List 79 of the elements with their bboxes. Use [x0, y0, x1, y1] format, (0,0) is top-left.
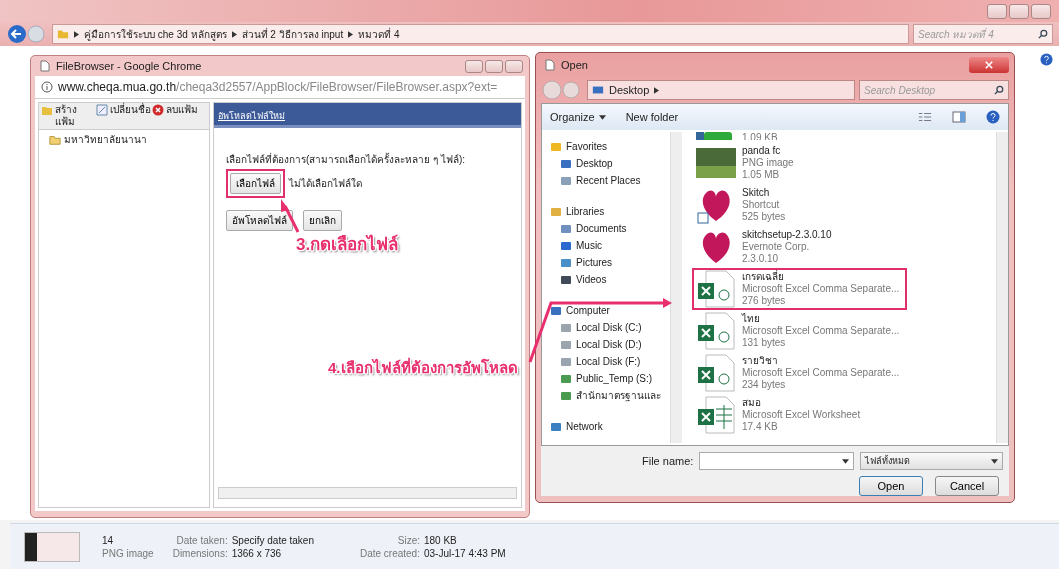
nav-item[interactable]: Desktop — [550, 155, 668, 172]
new-folder-button[interactable]: New folder — [625, 111, 679, 123]
file-name: สมอ — [742, 397, 762, 409]
file-item[interactable]: skitchsetup-2.3.0.10 Evernote Corp. 2.3.0.10 — [692, 226, 892, 268]
annotation-text: 3.กดเลือกไฟล์ — [296, 233, 399, 256]
dialog-button[interactable]: Open — [859, 476, 923, 496]
file-item[interactable]: Skitch Shortcut 525 bytes — [692, 184, 892, 226]
form-button[interactable]: ยกเลิก — [303, 210, 342, 231]
field-label: Size: — [396, 535, 420, 546]
file-item[interactable]: สมอ Microsoft Excel Worksheet 17.4 KB — [692, 394, 892, 436]
address-bar[interactable]: Desktop — [587, 80, 855, 100]
file-type: PNG image — [742, 157, 794, 169]
nav-item[interactable]: Local Disk (D:) — [550, 336, 668, 353]
nav-item[interactable]: Network — [550, 418, 668, 435]
nav-item[interactable]: Public_Temp (S:) — [550, 370, 668, 387]
file-name: รายวิชา — [742, 355, 779, 367]
panel-title: อัพโหลดไฟล์ใหม่ — [218, 111, 285, 121]
prompt-text: เลือกไฟล์ที่ต้องการ(สามารถเลือกได้ครั้งละหลาย ๆ ไฟล์): — [226, 152, 466, 167]
field-label: Date created: — [358, 548, 420, 559]
file-size: 234 bytes — [742, 379, 787, 391]
field-value: Specify date taken — [231, 535, 314, 546]
field-value: 03-Jul-17 4:43 PM — [423, 548, 506, 559]
choose-file-button[interactable]: เลือกไฟล์ — [230, 173, 281, 194]
window-title: FileBrowser - Google Chrome — [56, 60, 202, 72]
annotation-text: 4.เลือกไฟล์ที่ต้องการอัพโหลด — [328, 356, 518, 378]
breadcrumb-item[interactable]: หมวดที่ 4 — [358, 26, 400, 42]
nav-item[interactable]: Local Disk (F:) — [550, 353, 668, 370]
field-value: 180 KB — [423, 535, 457, 546]
toolbar-button[interactable]: เปลี่ยนชื่อ — [96, 104, 152, 128]
nav-item[interactable]: Libraries — [550, 203, 668, 220]
file-size: 131 bytes — [742, 337, 787, 349]
field-label: Date taken: — [175, 535, 228, 546]
nav-item[interactable]: สำนักมาตรฐานและ — [550, 387, 668, 404]
dialog-button[interactable]: Cancel — [935, 476, 999, 496]
file-name: ไทย — [742, 313, 761, 325]
file-name: Skitch — [742, 187, 771, 199]
tree-item[interactable]: มหาวิทยาลัยนานา — [39, 130, 209, 149]
no-file-text: ไม่ได้เลือกไฟล์ใด — [289, 177, 362, 191]
file-type: Microsoft Excel Comma Separate... — [742, 283, 900, 295]
nav-item[interactable]: Recent Places — [550, 172, 668, 189]
file-item[interactable]: รายวิชา Microsoft Excel Comma Separate... 234 bytes — [692, 352, 908, 394]
breadcrumb-item[interactable]: คู่มือการใช้ระบบ che 3d หลักสูตร — [84, 26, 227, 42]
file-type: Shortcut — [742, 199, 781, 211]
window-title: Open — [561, 59, 588, 71]
file-type-dropdown[interactable]: ไฟล์ทั้งหมด — [859, 452, 1003, 470]
nav-item[interactable]: Music — [550, 237, 668, 254]
organize-menu[interactable]: Organize — [550, 111, 606, 123]
nav-item[interactable]: Documents — [550, 220, 668, 237]
nav-item[interactable]: Computer — [550, 302, 668, 319]
toolbar-button[interactable]: ลบแฟ้ม — [151, 104, 207, 128]
file-type: Microsoft Excel Worksheet — [742, 409, 861, 421]
url-bar[interactable]: www.cheqa.mua.go.th/cheqa3d2557/AppBlock/FileBrowser/FileBrowser.aspx?ext= — [35, 76, 525, 99]
file-name: panda fc — [742, 145, 782, 157]
file-name: 14 — [102, 535, 115, 546]
form-button[interactable]: อัพโหลดไฟล์ — [226, 210, 293, 231]
file-name: เกรดเฉลี่ย — [742, 271, 785, 283]
field-label: File name: — [642, 455, 694, 467]
file-size: 1.05 MB — [742, 169, 781, 181]
address-bar[interactable]: คู่มือการใช้ระบบ che 3d หลักสูตร ส่วนที่ 2 วิธีการลง input หมวดที่ 4 — [52, 24, 909, 44]
nav-item[interactable]: Videos — [550, 271, 668, 288]
nav-item[interactable]: Pictures — [550, 254, 668, 271]
file-type: Microsoft Excel Comma Separate... — [742, 325, 900, 337]
nav-item[interactable]: Favorites — [550, 138, 668, 155]
file-item[interactable]: เกรดเฉลี่ย Microsoft Excel Comma Separate... 276 bytes — [692, 268, 908, 310]
file-type: Evernote Corp. — [742, 241, 811, 253]
file-type: PNG image — [102, 548, 154, 559]
toolbar-button[interactable]: สร้างแฟ้ม — [41, 104, 97, 128]
nav-item[interactable]: Local Disk (C:) — [550, 319, 668, 336]
breadcrumb-item[interactable]: ส่วนที่ 2 วิธีการลง input — [241, 26, 344, 42]
file-type: Microsoft Excel Comma Separate... — [742, 367, 900, 379]
file-size: 525 bytes — [742, 211, 786, 223]
field-value: 1366 x 736 — [231, 548, 282, 559]
file-item[interactable]: panda fc PNG image 1.05 MB — [692, 142, 892, 184]
file-size: 17.4 KB — [742, 421, 779, 433]
file-name: skitchsetup-2.3.0.10 — [742, 229, 832, 241]
file-size: 2.3.0.10 — [742, 253, 780, 265]
field-label: Dimensions: — [171, 548, 228, 559]
file-item[interactable]: ไทย Microsoft Excel Comma Separate... 131 bytes — [692, 310, 908, 352]
file-size: 276 bytes — [742, 295, 787, 307]
